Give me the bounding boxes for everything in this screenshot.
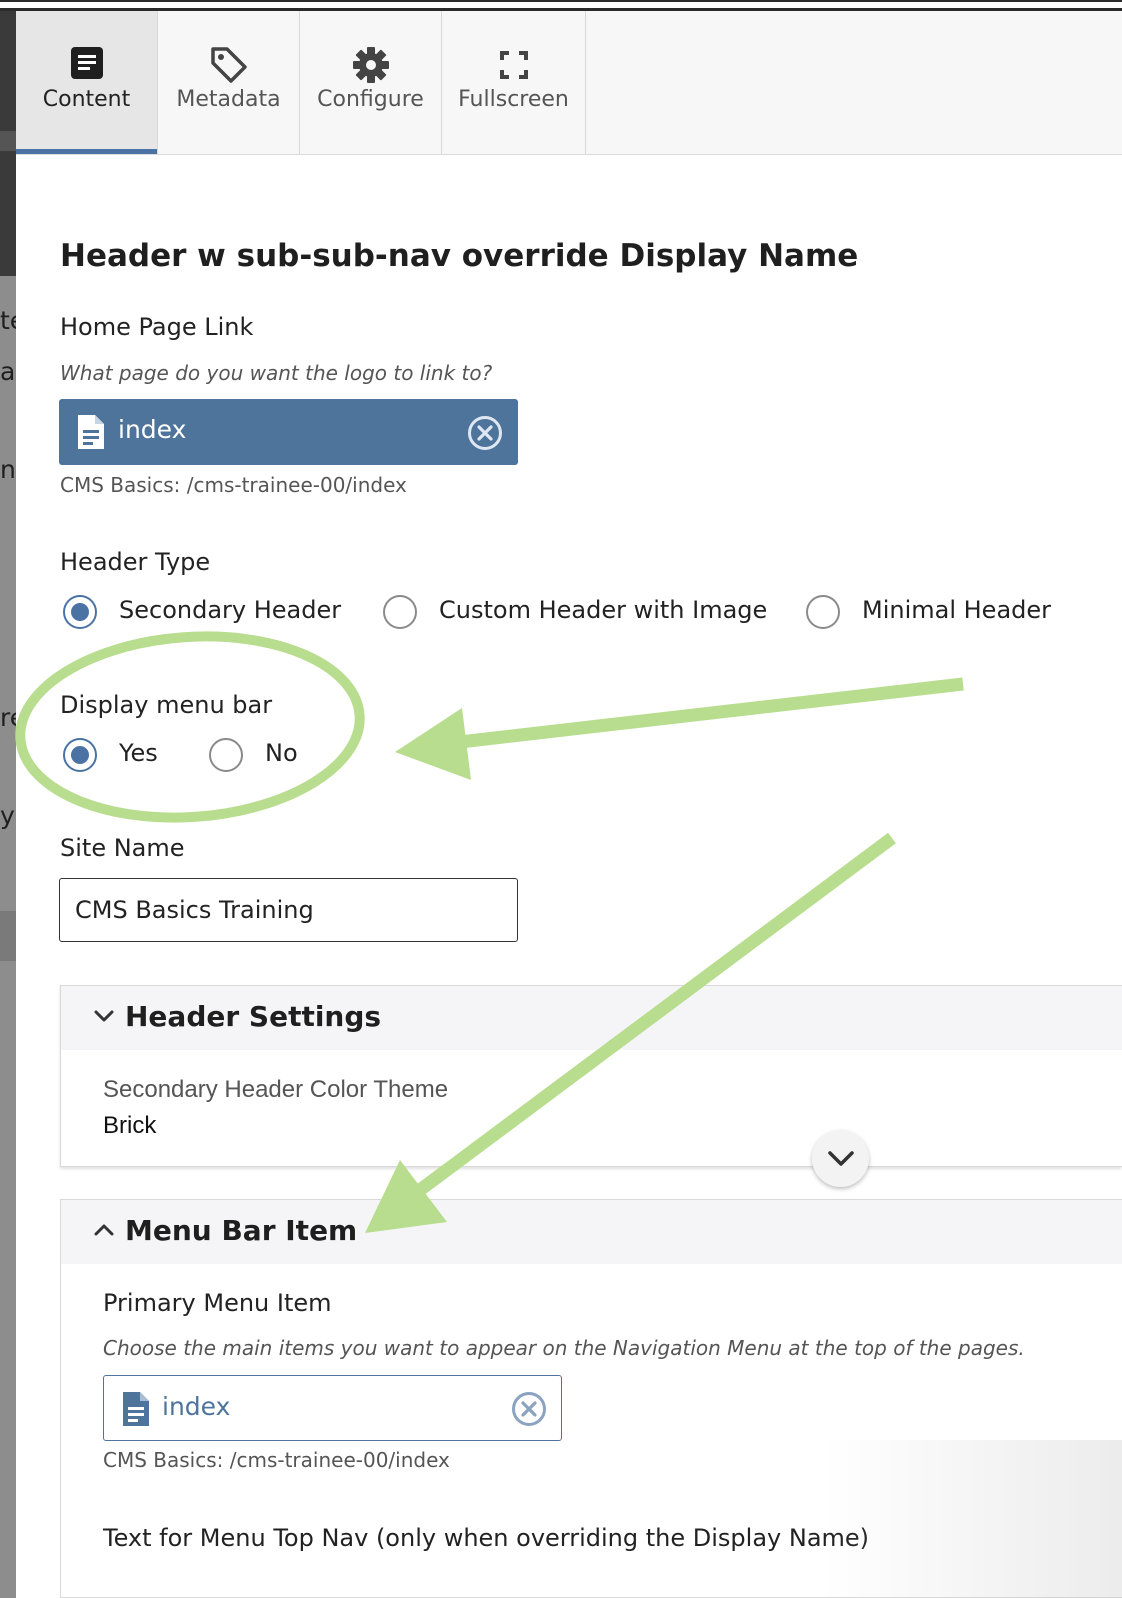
fullscreen-icon xyxy=(499,46,529,84)
document-icon xyxy=(121,1390,151,1432)
page-title: Header w sub-sub-nav override Display Na… xyxy=(60,238,859,274)
header-type-label: Header Type xyxy=(60,548,211,576)
color-theme-label: Secondary Header Color Theme xyxy=(103,1076,449,1103)
site-name-input[interactable] xyxy=(59,878,518,942)
content-icon xyxy=(70,46,104,84)
primary-menu-item-label: Primary Menu Item xyxy=(103,1289,332,1317)
color-theme-value: Brick xyxy=(103,1112,157,1139)
tab-fullscreen[interactable]: Fullscreen xyxy=(442,11,586,154)
header-settings-title: Header Settings xyxy=(125,1000,382,1033)
primary-menu-item-help: Choose the main items you want to appear… xyxy=(103,1336,1025,1360)
tab-label: Content xyxy=(42,87,131,112)
editor-tab-bar: Content Metadata Configure Fullscreen xyxy=(16,11,1122,155)
menu-bar-item-title: Menu Bar Item xyxy=(125,1214,358,1247)
top-border xyxy=(0,0,1122,2)
radio-button[interactable] xyxy=(383,595,417,629)
frame-band xyxy=(0,911,16,961)
radio-label: Minimal Header xyxy=(862,596,1052,624)
menu-top-nav-text-label: Text for Menu Top Nav (only when overrid… xyxy=(103,1524,870,1552)
clipped-text-fragment: te xyxy=(0,306,16,335)
radio-button[interactable] xyxy=(806,595,840,629)
radio-button[interactable] xyxy=(209,738,243,772)
home-page-link-chip[interactable]: index xyxy=(59,399,518,465)
gear-icon xyxy=(352,46,390,88)
clipped-text-fragment: ag xyxy=(0,357,16,386)
site-name-label: Site Name xyxy=(60,834,185,862)
primary-menu-item-path: CMS Basics: /cms-trainee-00/index xyxy=(103,1448,450,1472)
tab-content[interactable]: Content xyxy=(16,11,158,154)
clipped-text-fragment: y xyxy=(0,801,15,830)
clear-icon[interactable] xyxy=(511,1391,547,1431)
radio-label: No xyxy=(265,739,298,767)
frame-band xyxy=(0,131,16,151)
radio-label: Yes xyxy=(119,739,158,767)
home-page-link-label: Home Page Link xyxy=(60,313,254,341)
primary-menu-item-chip[interactable]: index xyxy=(103,1375,562,1441)
clipped-text-fragment: n-c xyxy=(0,455,16,484)
scroll-down-button[interactable] xyxy=(812,1130,869,1187)
tab-label: Configure xyxy=(317,87,424,112)
home-page-link-value: index xyxy=(118,415,187,444)
radio-label: Custom Header with Image xyxy=(439,596,768,624)
chevron-up-icon xyxy=(93,1222,115,1242)
menu-bar-item-toggle[interactable]: Menu Bar Item xyxy=(61,1200,1122,1264)
radio-button[interactable] xyxy=(63,738,97,772)
radio-label: Secondary Header xyxy=(119,596,342,624)
chevron-down-icon xyxy=(828,1151,854,1166)
header-settings-toggle[interactable]: Header Settings xyxy=(61,986,1122,1050)
home-page-link-help: What page do you want the logo to link t… xyxy=(60,361,493,385)
annotation-arrow xyxy=(395,677,964,780)
tag-icon xyxy=(210,46,248,88)
tab-configure[interactable]: Configure xyxy=(300,11,442,154)
primary-menu-item-value: index xyxy=(162,1392,231,1421)
tab-label: Metadata xyxy=(176,87,281,112)
radio-button[interactable] xyxy=(63,595,97,629)
chevron-down-icon xyxy=(93,1008,115,1028)
clear-icon[interactable] xyxy=(467,415,503,455)
tab-metadata[interactable]: Metadata xyxy=(158,11,300,154)
annotation-circle xyxy=(15,631,365,823)
clipped-text-fragment: re xyxy=(0,703,16,732)
tab-label: Fullscreen xyxy=(458,87,569,112)
document-icon xyxy=(76,413,106,455)
home-page-link-path: CMS Basics: /cms-trainee-00/index xyxy=(60,473,407,497)
display-menu-bar-label: Display menu bar xyxy=(60,691,273,719)
